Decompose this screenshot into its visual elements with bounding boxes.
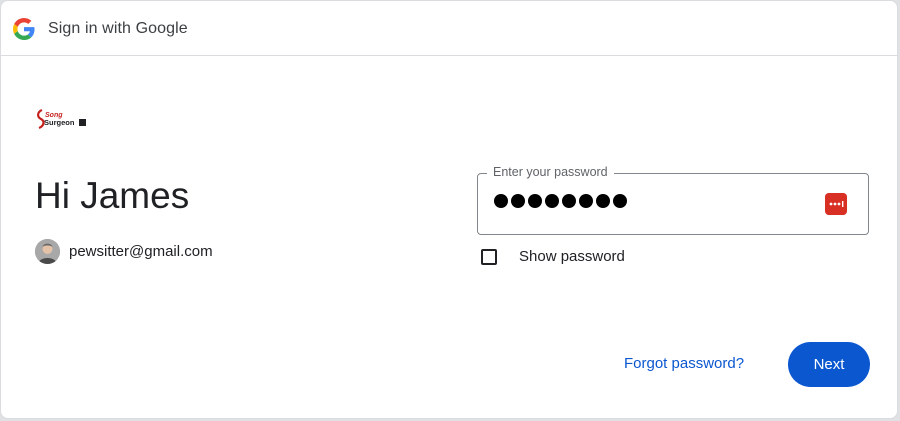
password-manager-key-icon[interactable] [825, 193, 847, 215]
account-chip: pewsitter@gmail.com [35, 239, 213, 264]
svg-text:Surgeon: Surgeon [44, 118, 75, 127]
song-surgeon-logo: Song Surgeon [37, 108, 86, 130]
greeting-heading: Hi James [35, 175, 190, 216]
next-button[interactable]: Next [788, 342, 870, 387]
password-field[interactable]: Enter your password [477, 165, 869, 235]
show-password-checkbox[interactable] [481, 249, 497, 265]
user-avatar [35, 239, 60, 264]
google-g-icon [13, 18, 35, 40]
dialog-header: Sign in with Google [1, 1, 897, 56]
header-title: Sign in with Google [48, 20, 188, 37]
show-password-label[interactable]: Show password [519, 248, 625, 265]
password-input[interactable] [478, 174, 868, 234]
sign-in-dialog: Sign in with Google Song Surgeon Hi Jame… [0, 0, 898, 419]
account-email: pewsitter@gmail.com [69, 243, 213, 260]
forgot-password-link[interactable]: Forgot password? [624, 355, 744, 372]
